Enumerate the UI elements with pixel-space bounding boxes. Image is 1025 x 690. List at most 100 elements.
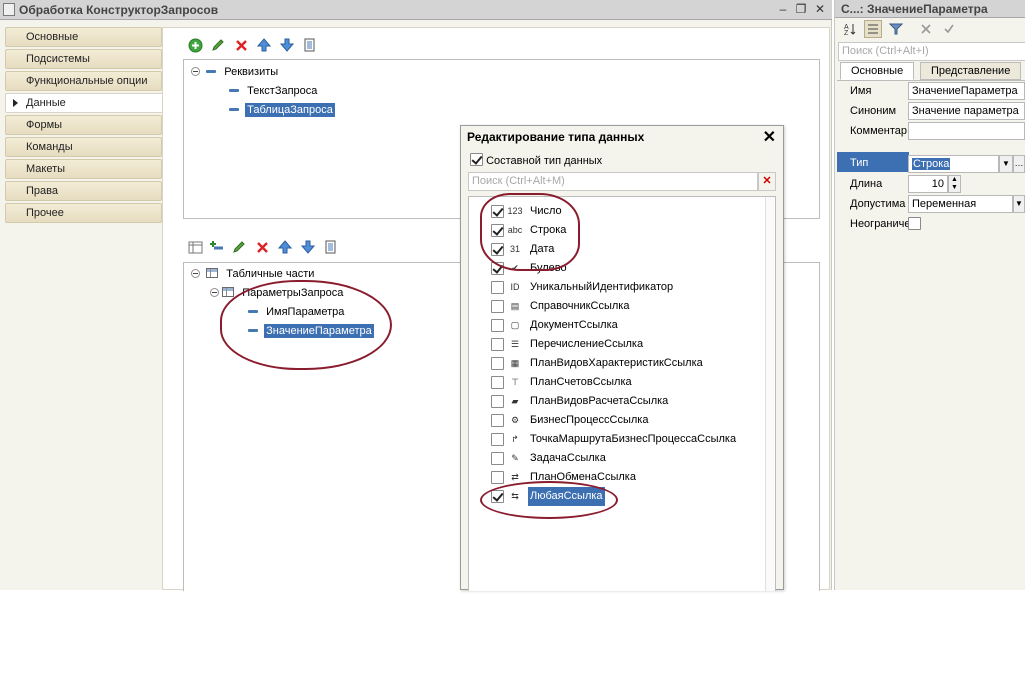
allowed-length-dropdown-icon[interactable]: ▼ — [1013, 195, 1025, 213]
type-checkbox[interactable] — [491, 357, 504, 370]
apply-icon[interactable] — [940, 20, 958, 38]
synonym-field[interactable]: Значение параметра — [908, 102, 1025, 120]
name-field[interactable]: ЗначениеПараметра — [908, 82, 1025, 100]
sort-alpha-icon[interactable]: AZ — [841, 20, 859, 38]
type-label: ПеречислениеСсылка — [530, 338, 644, 350]
type-field[interactable]: Строка — [908, 155, 999, 173]
type-dropdown-icon[interactable]: ▼ — [999, 155, 1013, 173]
type-label: УникальныйИдентификатор — [530, 281, 674, 293]
type-checkbox[interactable] — [491, 452, 504, 465]
allowed-length-field[interactable]: Переменная — [908, 195, 1013, 213]
type-checkbox[interactable] — [491, 281, 504, 294]
add-table-icon[interactable] — [186, 238, 204, 256]
edit-icon[interactable] — [230, 238, 248, 256]
type-checkbox[interactable] — [491, 300, 504, 313]
type-checkbox[interactable] — [491, 433, 504, 446]
window-title-bar: Обработка КонструкторЗапросов – ❐ ✕ — [0, 0, 832, 20]
type-checkbox[interactable] — [491, 376, 504, 389]
add-icon[interactable] — [186, 36, 204, 54]
name-label: Имя — [850, 85, 872, 97]
collapse-icon[interactable] — [210, 288, 219, 297]
tab-presentation[interactable]: Представление — [920, 62, 1022, 80]
length-spinner-icon[interactable]: ▲ ▼ — [948, 175, 961, 193]
type-checkbox[interactable] — [491, 395, 504, 408]
comment-field[interactable] — [908, 122, 1025, 140]
type-label: СправочникСсылка — [530, 300, 630, 312]
svg-text:Z: Z — [844, 30, 849, 36]
type-checkbox[interactable] — [491, 471, 504, 484]
maximize-button[interactable]: ❐ — [794, 3, 808, 17]
close-button[interactable]: ✕ — [813, 3, 827, 17]
nav-item-label: Права — [26, 185, 58, 197]
attributes-toolbar — [186, 36, 326, 56]
attribute-icon — [229, 108, 239, 111]
type-label: БизнесПроцессСсылка — [530, 414, 649, 426]
nav-item-label: Подсистемы — [26, 53, 90, 65]
route-point-icon: ↱ — [511, 434, 519, 444]
type-label: Тип — [850, 157, 869, 169]
annotation-ellipse — [220, 280, 392, 370]
move-down-icon[interactable] — [278, 36, 296, 54]
filter-icon[interactable] — [887, 20, 905, 38]
unlimited-label: Неограниче — [850, 218, 911, 230]
collapse-icon[interactable] — [191, 269, 200, 278]
tab-basic[interactable]: Основные — [840, 62, 915, 80]
type-search-input[interactable]: Поиск (Ctrl+Alt+M) — [468, 172, 758, 191]
move-down-icon[interactable] — [299, 238, 317, 256]
checkbox[interactable] — [470, 153, 483, 166]
length-field[interactable]: 10 — [908, 175, 948, 193]
type-checkbox[interactable] — [491, 414, 504, 427]
nav-item-functional-options[interactable]: Функциональные опции — [5, 71, 162, 91]
tree-item-query-text[interactable]: ТекстЗапроса — [229, 82, 319, 100]
nav-item-label: Прочее — [26, 207, 64, 219]
nav-item-data[interactable]: Данные — [5, 93, 163, 113]
task-icon: ✎ — [511, 453, 519, 463]
collapse-icon[interactable] — [191, 67, 200, 76]
table-icon — [222, 287, 235, 297]
properties-title: С...: ЗначениеПараметра — [841, 2, 988, 16]
composite-type-checkbox[interactable]: Составной тип данных — [470, 153, 602, 169]
nav-item-label: Данные — [26, 97, 66, 109]
annotation-ellipse — [480, 193, 580, 271]
type-select-button[interactable]: … — [1013, 155, 1025, 173]
properties-search-input[interactable]: Поиск (Ctrl+Alt+I) — [838, 42, 1025, 61]
add-attribute-icon[interactable] — [207, 238, 225, 256]
attribute-icon — [206, 70, 217, 73]
minimize-button[interactable]: – — [776, 3, 790, 17]
sort-list-icon[interactable] — [322, 238, 340, 256]
delete-icon[interactable] — [232, 36, 250, 54]
categories-icon[interactable] — [864, 20, 882, 38]
nav-item-commands[interactable]: Команды — [5, 137, 162, 157]
tabular-toolbar — [186, 238, 346, 258]
business-process-icon: ⚙ — [510, 415, 520, 425]
delete-icon[interactable] — [253, 238, 271, 256]
edit-icon[interactable] — [209, 36, 227, 54]
type-checkbox[interactable] — [491, 338, 504, 351]
nav-item-label: Команды — [26, 141, 73, 153]
calculation-types-icon: ▰ — [511, 396, 519, 406]
dialog-title: Редактирование типа данных — [467, 130, 645, 144]
tree-root-attributes[interactable]: Реквизиты — [191, 63, 280, 81]
move-up-icon[interactable] — [255, 36, 273, 54]
nav-item-forms[interactable]: Формы — [5, 115, 162, 135]
type-label: ДокументСсылка — [530, 319, 618, 331]
nav-item-label: Макеты — [26, 163, 66, 175]
nav-item-basic[interactable]: Основные — [5, 27, 162, 47]
sort-list-icon[interactable] — [301, 36, 319, 54]
nav-item-other[interactable]: Прочее — [5, 203, 162, 223]
scrollbar[interactable] — [765, 197, 775, 591]
tree-item-query-table[interactable]: ТаблицаЗапроса — [229, 101, 335, 119]
cancel-icon[interactable] — [917, 20, 935, 38]
unlimited-checkbox[interactable] — [908, 217, 921, 230]
move-up-icon[interactable] — [276, 238, 294, 256]
id-icon: ID — [510, 282, 520, 292]
nav-item-subsystems[interactable]: Подсистемы — [5, 49, 162, 69]
type-checkbox[interactable] — [491, 319, 504, 332]
tree-node-label: Табличные части — [226, 268, 315, 280]
dialog-close-icon[interactable]: ✕ — [763, 127, 776, 147]
clear-search-icon[interactable]: ✕ — [758, 172, 776, 191]
nav-item-rights[interactable]: Права — [5, 181, 162, 201]
attribute-icon — [229, 89, 239, 92]
nav-item-label: Функциональные опции — [26, 75, 148, 87]
nav-item-templates[interactable]: Макеты — [5, 159, 162, 179]
